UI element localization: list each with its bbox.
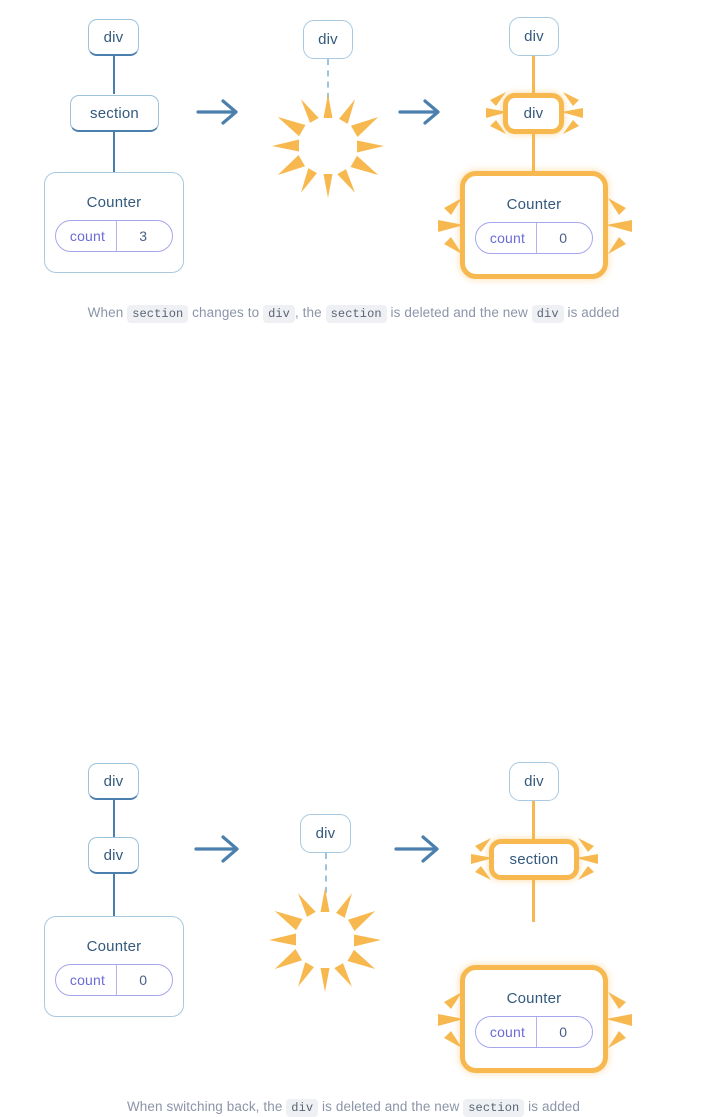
count-value: 0 (116, 964, 172, 995)
caption-code-part: div (263, 305, 295, 323)
node-div-child-row2: div (88, 837, 139, 874)
transition-arrow-1 (196, 99, 238, 125)
deletion-burst-icon-row1 (272, 94, 384, 198)
counter-card-row2-after: Counter count 0 (460, 965, 608, 1073)
caption-code-part: div (531, 305, 564, 323)
connector-div-to-counter-row2 (113, 873, 116, 917)
counter-title: Counter (86, 937, 142, 955)
count-state-pill: count 3 (54, 219, 174, 252)
count-key: count (69, 227, 106, 244)
counter-card-row1-before: Counter count 3 (44, 172, 184, 273)
caption-row1: When section changes to div, the section… (0, 305, 707, 323)
connector-dashed-row2 (325, 853, 327, 893)
node-div-root-row2: div (88, 763, 139, 800)
counter-title: Counter (506, 196, 562, 213)
node-label: div (103, 28, 124, 46)
caption-code-part: section (325, 305, 387, 323)
transition-arrow-4 (394, 835, 439, 863)
sparkle-rays-right-div-row1 (561, 92, 583, 134)
connector-div-to-counter-highlight (532, 131, 535, 173)
connector-section-to-counter (113, 131, 116, 173)
react-reconciliation-diagram: div section Counter count 3 div div div … (0, 0, 707, 1117)
node-label: section (509, 851, 559, 868)
caption-row2: When switching back, the div is deleted … (0, 1099, 707, 1117)
caption-text-part: is added (563, 305, 620, 320)
node-div-root-row1-after: div (509, 17, 559, 56)
node-label: div (103, 772, 124, 790)
connector-div-to-section (113, 53, 116, 94)
node-label: div (523, 105, 544, 122)
node-div-root-row2-during: div (300, 814, 351, 853)
caption-code-part: section (463, 1099, 525, 1117)
node-label: div (315, 825, 336, 842)
count-state-pill: count 0 (474, 1016, 594, 1048)
node-label: div (524, 28, 544, 45)
count-state-pill: count 0 (54, 963, 174, 996)
node-div-root-row1-during: div (303, 20, 353, 59)
caption-code-part: section (127, 305, 189, 323)
diagram-row-section-to-div: div section Counter count 3 div div div … (0, 0, 707, 340)
node-label: div (318, 31, 338, 48)
counter-title: Counter (506, 990, 562, 1007)
caption-text-part: is deleted and the new (386, 305, 532, 320)
caption-text-part: is added (524, 1099, 581, 1114)
sparkle-rays-right-section-row2 (576, 838, 598, 880)
node-label: section (90, 104, 139, 122)
connector-section-to-counter-highlight (532, 878, 535, 922)
diagram-row-div-to-section: div div Counter count 0 div div section … (0, 395, 707, 1117)
node-div-root-row2-after: div (509, 762, 559, 801)
connector-div-to-div-highlight (532, 53, 535, 95)
count-key: count (489, 230, 526, 246)
caption-text-part: When (87, 305, 128, 320)
sparkle-rays-right-counter-row1 (606, 198, 632, 254)
count-value: 0 (536, 1017, 592, 1047)
count-key: count (69, 971, 106, 988)
caption-code-part: div (286, 1099, 319, 1117)
counter-card-row2-before: Counter count 0 (44, 916, 184, 1017)
count-value: 0 (536, 223, 592, 253)
caption-text-part: is deleted and the new (318, 1099, 464, 1114)
counter-title: Counter (86, 193, 142, 211)
count-state-pill: count 0 (474, 222, 594, 254)
count-value: 3 (116, 220, 172, 251)
sparkle-rays-left-section-row2 (471, 838, 493, 880)
deletion-burst-icon-row2 (269, 888, 381, 992)
node-div-new-highlight-row1: div (503, 93, 564, 134)
connector-div-to-div-row2 (113, 799, 116, 839)
node-section-row1: section (70, 95, 159, 132)
connector-dashed-row1 (327, 59, 329, 99)
node-label: div (524, 773, 544, 790)
sparkle-rays-left-counter-row1 (438, 198, 464, 254)
sparkle-rays-left-counter-row2 (438, 992, 464, 1048)
connector-div-to-section-highlight (532, 799, 535, 839)
transition-arrow-3 (194, 835, 239, 863)
transition-arrow-2 (398, 99, 440, 125)
node-section-new-highlight-row2: section (489, 839, 579, 880)
caption-text-part: When switching back, the (126, 1099, 287, 1114)
caption-text-part: , the (294, 305, 326, 320)
count-key: count (489, 1024, 526, 1040)
node-div-root-row1: div (88, 19, 139, 56)
counter-card-row1-after: Counter count 0 (460, 171, 608, 279)
sparkle-rays-right-counter-row2 (606, 992, 632, 1048)
node-label: div (103, 846, 124, 864)
caption-text-part: changes to (188, 305, 264, 320)
